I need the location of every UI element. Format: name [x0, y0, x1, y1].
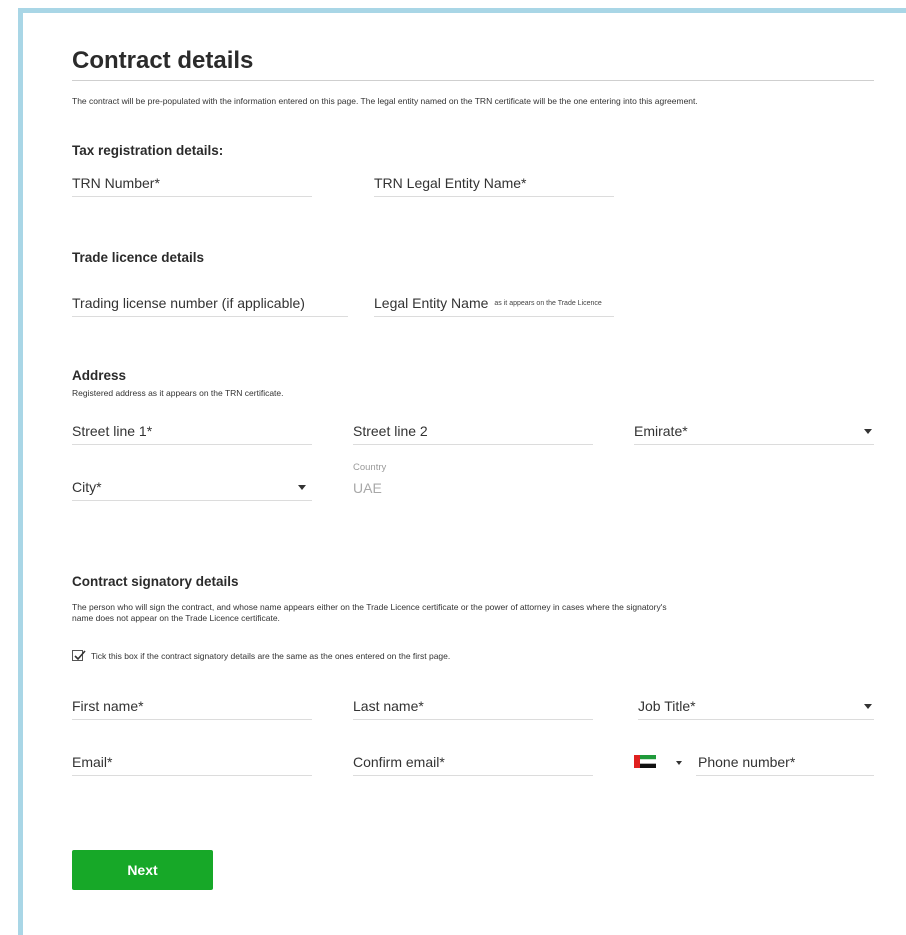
trade-legal-entity-field[interactable]: Legal Entity Name as it appears on the Tr…: [374, 293, 614, 317]
last-name-field[interactable]: Last name*: [353, 696, 593, 720]
confirm-email-field[interactable]: Confirm email*: [353, 752, 593, 776]
job-title-select[interactable]: Job Title*: [638, 696, 874, 720]
intro-text: The contract will be pre-populated with …: [72, 96, 698, 106]
chevron-down-icon: [864, 704, 872, 709]
uae-flag-graphic: [634, 755, 656, 768]
trn-number-label: TRN Number*: [72, 175, 160, 191]
chevron-down-icon: [864, 429, 872, 434]
address-subtext: Registered address as it appears on the …: [72, 388, 284, 398]
page-title: Contract details: [72, 47, 254, 74]
trade-section-heading: Trade licence details: [72, 250, 205, 265]
job-title-label: Job Title*: [638, 698, 696, 714]
next-button[interactable]: Next: [72, 850, 213, 890]
country-value: UAE: [353, 480, 382, 496]
confirm-email-label: Confirm email*: [353, 754, 445, 770]
signatory-subtext: The person who will sign the contract, a…: [72, 602, 667, 623]
chevron-down-icon: [298, 485, 306, 490]
trn-legal-entity-field[interactable]: TRN Legal Entity Name*: [374, 173, 614, 197]
trn-legal-entity-label: TRN Legal Entity Name*: [374, 175, 527, 191]
title-divider: [72, 80, 874, 81]
emirate-select[interactable]: Emirate*: [634, 421, 874, 445]
trade-legal-entity-hint: as it appears on the Trade Licence: [494, 300, 602, 307]
phone-number-label: Phone number*: [698, 754, 796, 770]
trade-legal-entity-label: Legal Entity Name as it appears on the Tr…: [374, 295, 602, 311]
first-name-field[interactable]: First name*: [72, 696, 312, 720]
first-name-label: First name*: [72, 698, 144, 714]
street-line-2-field[interactable]: Street line 2: [353, 421, 593, 445]
same-as-first-page-checkbox[interactable]: [72, 650, 86, 661]
country-code-chevron-down-icon[interactable]: [676, 761, 682, 765]
trn-number-field[interactable]: TRN Number*: [72, 173, 312, 197]
tax-section-heading: Tax registration details:: [72, 143, 224, 158]
trading-license-number-label: Trading license number (if applicable): [72, 295, 305, 311]
street-line-2-label: Street line 2: [353, 423, 428, 439]
same-as-first-page-label: Tick this box if the contract signatory …: [91, 651, 451, 661]
uae-flag-icon[interactable]: [634, 755, 656, 768]
street-line-1-field[interactable]: Street line 1*: [72, 421, 312, 445]
city-label: City*: [72, 479, 102, 495]
email-label: Email*: [72, 754, 113, 770]
trade-legal-entity-label-text: Legal Entity Name: [374, 295, 489, 311]
checkmark-icon: [74, 650, 86, 661]
email-field[interactable]: Email*: [72, 752, 312, 776]
city-select[interactable]: City*: [72, 477, 312, 501]
last-name-label: Last name*: [353, 698, 424, 714]
country-caption: Country: [353, 462, 387, 473]
trading-license-number-field[interactable]: Trading license number (if applicable): [72, 293, 348, 317]
street-line-1-label: Street line 1*: [72, 423, 153, 439]
emirate-label: Emirate*: [634, 423, 688, 439]
address-section-heading: Address: [72, 368, 127, 383]
signatory-section-heading: Contract signatory details: [72, 574, 239, 589]
phone-number-field[interactable]: Phone number*: [696, 752, 874, 776]
